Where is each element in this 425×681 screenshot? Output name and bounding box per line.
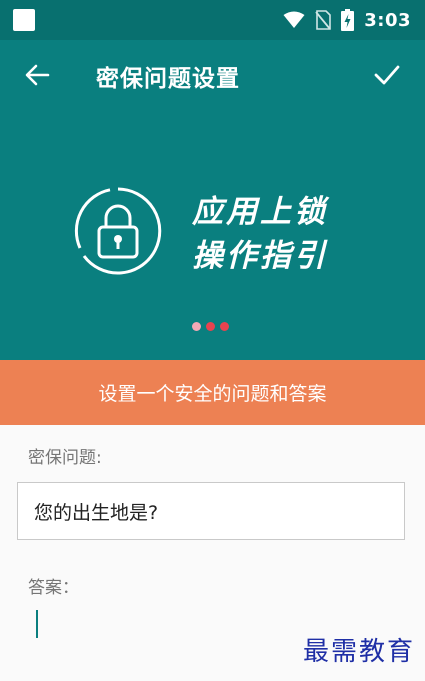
page-indicator-dot[interactable] [220,322,229,331]
hero-text: 应用上锁 操作指引 [192,190,328,278]
arrow-left-icon[interactable] [24,62,50,88]
question-label: 密保问题: [28,448,102,468]
text-cursor [36,610,38,638]
instruction-text: 设置一个安全的问题和答案 [98,383,327,405]
lock-icon [74,187,162,275]
question-select[interactable]: 您的出生地是? [17,482,405,540]
watermark: 最需教育 [302,637,415,667]
hero-banner: 应用上锁 操作指引 [0,110,425,360]
wifi-icon [283,11,305,28]
status-time: 3:03 [364,9,411,31]
answer-label: 答案： [28,578,79,598]
battery-charging-icon [341,9,355,31]
no-sim-icon [315,10,332,30]
status-bar: 3:03 [0,0,425,40]
page-indicator-dot[interactable] [192,322,201,331]
instruction-banner: 设置一个安全的问题和答案 [0,360,425,425]
page-indicator-dot[interactable] [206,322,215,331]
answer-input[interactable] [26,605,276,645]
hero-text-line2: 操作指引 [192,238,328,274]
question-value: 您的出生地是? [34,501,159,524]
page-indicator [192,322,229,331]
app-bar: 密保问题设置 [0,40,425,110]
check-icon[interactable] [373,61,401,89]
page-title: 密保问题设置 [96,66,240,92]
notification-icon [13,9,35,31]
status-icons: 3:03 [283,9,411,31]
security-question-form: 密保问题: 您的出生地是? 答案： 最需教育 [0,425,425,681]
hero-text-line1: 应用上锁 [192,194,328,230]
